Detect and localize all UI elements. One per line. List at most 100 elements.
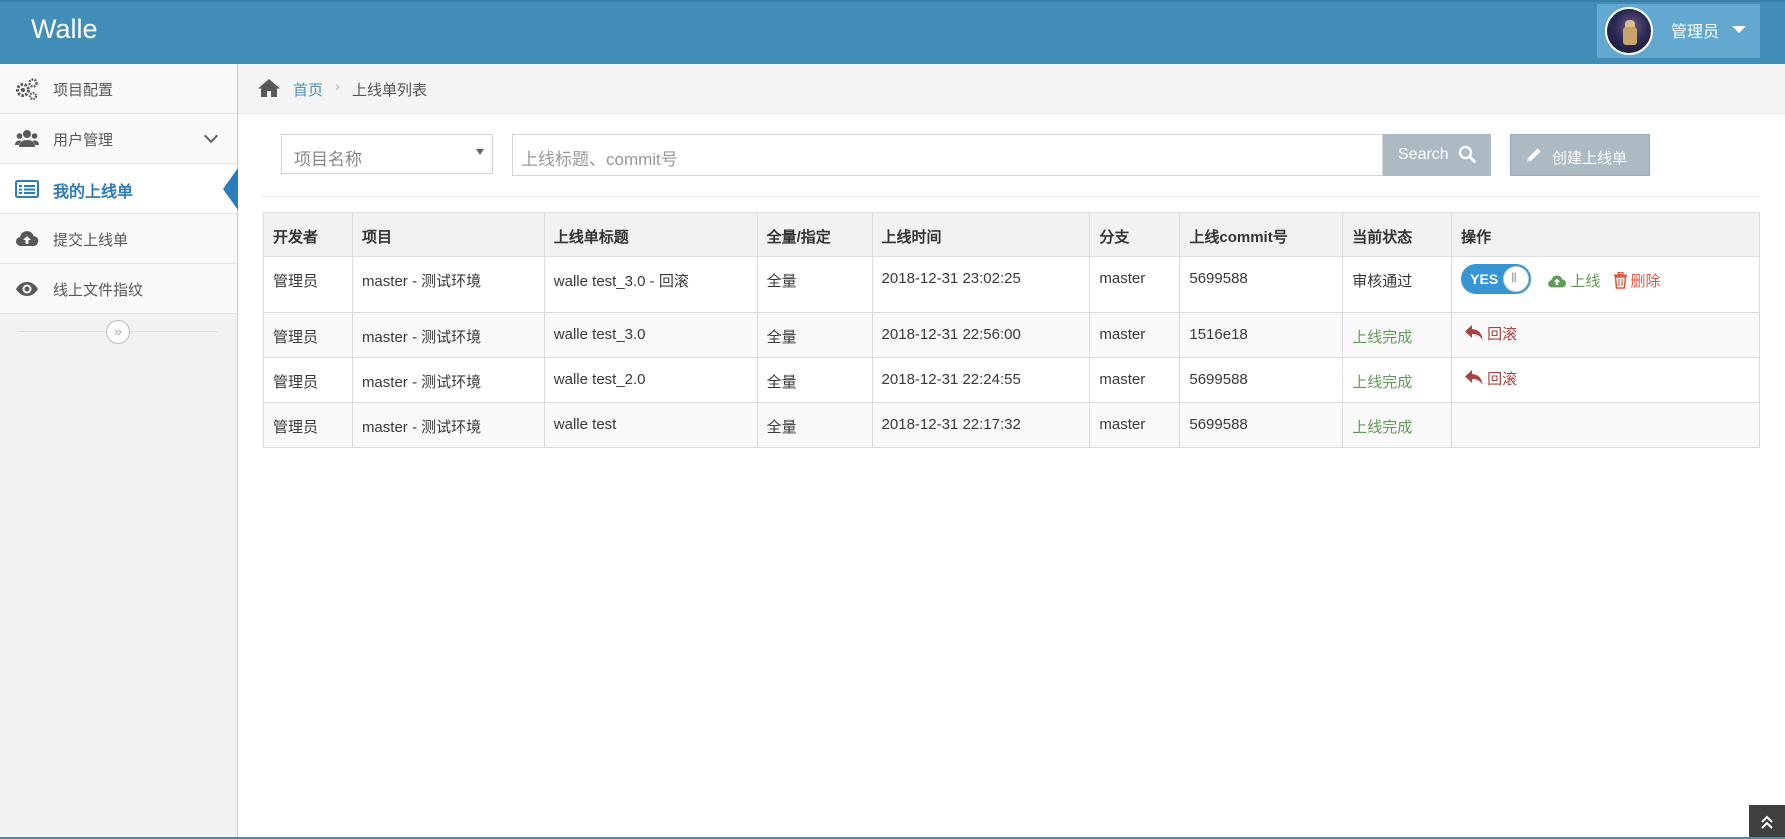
sidebar-item-user-management[interactable]: 用户管理 xyxy=(0,114,237,164)
select-arrow-icon xyxy=(476,149,484,155)
cell-mode: 全量 xyxy=(756,357,873,403)
sidebar-item-label: 我的上线单 xyxy=(53,184,134,201)
deploy-link[interactable]: 上线 xyxy=(1547,270,1600,291)
header-branch: 分支 xyxy=(1089,212,1181,257)
header-time: 上线时间 xyxy=(871,212,1091,257)
cell-status: 上线完成 xyxy=(1342,357,1453,403)
cogs-icon xyxy=(16,78,38,101)
cell-branch: master xyxy=(1089,402,1181,448)
top-navbar: Walle 管理员 xyxy=(0,0,1785,64)
cell-time: 2018-12-31 22:56:00 xyxy=(871,312,1091,358)
user-name: 管理员 xyxy=(1671,24,1720,41)
cell-time: 2018-12-31 22:17:32 xyxy=(871,402,1091,448)
cell-title: walle test_3.0 xyxy=(543,312,758,358)
table-row: 管理员 master - 测试环境 walle test_2.0 全量 2018… xyxy=(263,357,1760,403)
rollback-label: 回滚 xyxy=(1487,370,1518,388)
search-icon xyxy=(1458,145,1476,163)
cell-branch: master xyxy=(1089,256,1181,313)
cloud-upload-icon xyxy=(1548,274,1567,287)
pencil-icon xyxy=(1527,148,1541,162)
cell-status: 审核通过 xyxy=(1342,256,1453,313)
cell-developer: 管理员 xyxy=(263,312,353,358)
project-select-placeholder: 项目名称 xyxy=(294,150,362,169)
brand-logo[interactable]: Walle xyxy=(31,14,98,45)
cell-title: walle test xyxy=(543,402,758,448)
deploy-table: 开发者 项目 上线单标题 全量/指定 上线时间 分支 上线commit号 当前状… xyxy=(263,212,1760,448)
search-button[interactable]: Search xyxy=(1383,134,1491,176)
cell-mode: 全量 xyxy=(756,312,873,358)
cell-title: walle test_3.0 - 回滚 xyxy=(543,256,758,313)
cell-status: 上线完成 xyxy=(1342,402,1453,448)
sidebar-item-label: 项目配置 xyxy=(53,82,114,99)
divider xyxy=(263,196,1760,197)
project-select[interactable]: 项目名称 xyxy=(281,134,493,174)
table-row: 管理员 master - 测试环境 walle test_3.0 全量 2018… xyxy=(263,312,1760,358)
user-menu[interactable]: 管理员 xyxy=(1597,4,1760,58)
caret-down-icon xyxy=(1732,26,1746,33)
cloud-upload-icon xyxy=(15,231,39,247)
toggle-label: YES xyxy=(1470,271,1499,287)
double-chevron-right-icon[interactable]: » xyxy=(106,320,130,344)
cell-actions xyxy=(1451,402,1760,448)
cell-project: master - 测试环境 xyxy=(351,402,545,448)
rollback-label: 回滚 xyxy=(1487,325,1518,343)
cell-developer: 管理员 xyxy=(263,357,353,403)
cell-project: master - 测试环境 xyxy=(351,312,545,358)
table-row: 管理员 master - 测试环境 walle test 全量 2018-12-… xyxy=(263,402,1760,448)
sidebar-item-label: 提交上线单 xyxy=(53,232,129,249)
avatar xyxy=(1605,7,1653,55)
toggle-knob xyxy=(1503,266,1530,292)
sidebar-item-submit-deploy[interactable]: 提交上线单 xyxy=(0,214,237,264)
rollback-link[interactable]: 回滚 xyxy=(1464,323,1517,344)
cell-actions: 回滚 xyxy=(1451,357,1760,403)
home-icon xyxy=(258,79,280,97)
cell-commit: 5699588 xyxy=(1179,357,1344,403)
approve-toggle[interactable]: YES xyxy=(1461,264,1532,294)
sidebar-item-file-fingerprint[interactable]: 线上文件指纹 xyxy=(0,264,237,314)
sidebar: 项目配置 用户管理 我的上线单 提交上线单 线上文件指纹 » xyxy=(0,64,238,839)
double-chevron-up-icon xyxy=(1761,815,1773,829)
cell-project: master - 测试环境 xyxy=(351,256,545,313)
header-actions: 操作 xyxy=(1451,212,1760,257)
sidebar-item-my-deploys[interactable]: 我的上线单 xyxy=(0,164,238,214)
cell-time: 2018-12-31 22:24:55 xyxy=(871,357,1091,403)
cell-branch: master xyxy=(1089,357,1181,403)
cell-mode: 全量 xyxy=(756,256,873,313)
create-deploy-label: 创建上线单 xyxy=(1552,150,1628,167)
sidebar-collapse-bar: » xyxy=(0,316,237,348)
breadcrumb-separator: › xyxy=(335,78,340,95)
header-status: 当前状态 xyxy=(1342,212,1453,257)
search-input-placeholder: 上线标题、commit号 xyxy=(521,150,678,169)
cell-developer: 管理员 xyxy=(263,256,353,313)
header-commit: 上线commit号 xyxy=(1179,212,1344,257)
list-icon xyxy=(15,180,39,198)
deploy-label: 上线 xyxy=(1570,272,1601,290)
scroll-to-top-button[interactable] xyxy=(1749,805,1785,839)
users-icon xyxy=(15,130,39,147)
create-deploy-button[interactable]: 创建上线单 xyxy=(1510,134,1650,176)
header-mode: 全量/指定 xyxy=(756,212,873,257)
cell-status: 上线完成 xyxy=(1342,312,1453,358)
header-title: 上线单标题 xyxy=(543,212,758,257)
sidebar-item-project-config[interactable]: 项目配置 xyxy=(0,64,237,114)
cell-commit: 1516e18 xyxy=(1179,312,1344,358)
table-header-row: 开发者 项目 上线单标题 全量/指定 上线时间 分支 上线commit号 当前状… xyxy=(263,212,1760,257)
cell-branch: master xyxy=(1089,312,1181,358)
eye-icon xyxy=(16,282,38,296)
cell-project: master - 测试环境 xyxy=(351,357,545,403)
trash-icon xyxy=(1613,271,1627,289)
sidebar-item-label: 用户管理 xyxy=(53,132,114,149)
search-input[interactable]: 上线标题、commit号 xyxy=(512,134,1383,176)
delete-label: 删除 xyxy=(1630,272,1661,290)
delete-link[interactable]: 删除 xyxy=(1613,270,1661,291)
header-project: 项目 xyxy=(351,212,545,257)
breadcrumb: 首页 › 上线单列表 xyxy=(238,64,1785,114)
cell-mode: 全量 xyxy=(756,402,873,448)
cell-commit: 5699588 xyxy=(1179,402,1344,448)
breadcrumb-current: 上线单列表 xyxy=(352,82,428,99)
breadcrumb-home-link[interactable]: 首页 xyxy=(293,79,323,100)
search-button-label: Search xyxy=(1398,146,1449,163)
cell-developer: 管理员 xyxy=(263,402,353,448)
sidebar-item-label: 线上文件指纹 xyxy=(53,282,144,299)
rollback-link[interactable]: 回滚 xyxy=(1464,368,1517,389)
